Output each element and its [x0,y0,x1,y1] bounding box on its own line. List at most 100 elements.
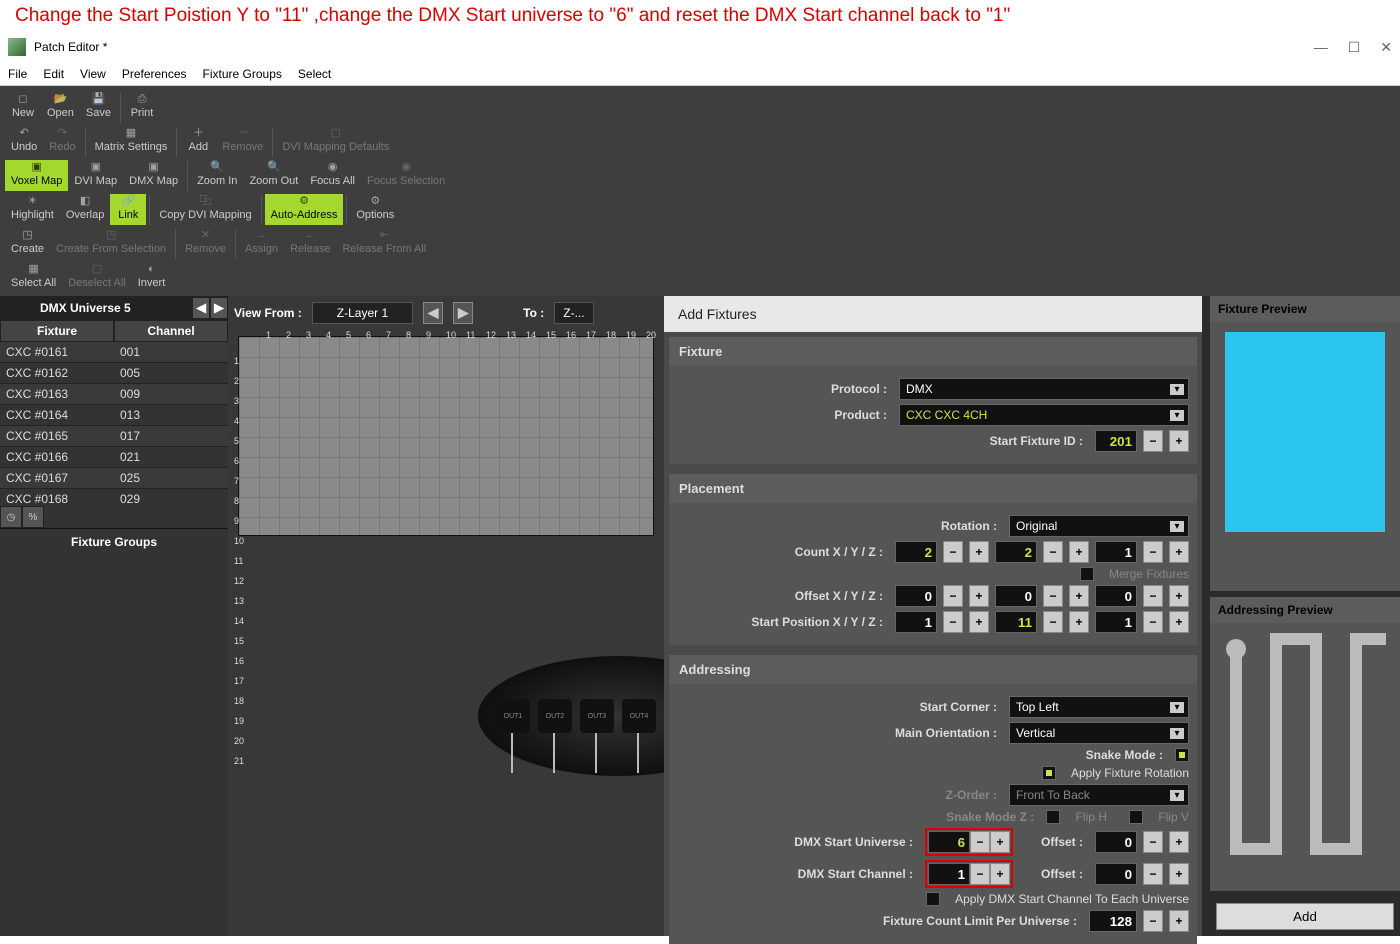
layer-prev[interactable]: ◀ [423,302,443,324]
menu-file[interactable]: File [8,67,27,81]
zoom-out-button[interactable]: 🔍Zoom Out [243,160,304,191]
create-from-selection-button[interactable]: ◳Create From Selection [50,228,172,259]
count-y-input[interactable] [995,541,1037,563]
start-fixture-id-input[interactable] [1095,430,1137,452]
fg-btn-2[interactable]: % [22,506,44,528]
release-button[interactable]: ←Release [284,228,336,259]
fixture-section-title: Fixture [669,337,1197,366]
menu-fixture-groups[interactable]: Fixture Groups [203,67,282,81]
table-row[interactable]: CXC #0168029 [0,489,228,506]
universe-prev-button[interactable]: ◀ [192,297,210,319]
rotation-select[interactable]: Original [1009,515,1189,537]
release-all-button[interactable]: ⇤Release From All [336,228,432,259]
snake-mode-check[interactable] [1175,748,1189,762]
menu-edit[interactable]: Edit [43,67,64,81]
fixture-groups-title: Fixture Groups [0,528,228,555]
dvi-defaults-button[interactable]: ▢DVI Mapping Defaults [276,126,395,157]
focus-all-button[interactable]: ◉Focus All [304,160,361,191]
count-z-input[interactable] [1095,541,1137,563]
flip-v-check[interactable] [1129,810,1143,824]
create-button[interactable]: ◳Create [5,228,50,259]
table-row[interactable]: CXC #0163009 [0,384,228,405]
zoom-in-button[interactable]: 🔍Zoom In [191,160,243,191]
add-fixtures-panel: Add Fixtures Fixture Protocol :DMX Produ… [664,296,1202,936]
z-layer-to-select[interactable]: Z-... [554,302,593,324]
save-button[interactable]: 💾Save [80,92,117,123]
focus-selection-button[interactable]: ◉Focus Selection [361,160,451,191]
apply-rotation-check[interactable] [1042,766,1056,780]
z-order-select[interactable]: Front To Back [1009,784,1189,806]
undo-button[interactable]: ↶Undo [5,126,43,157]
invert-button[interactable]: ◐Invert [132,262,172,293]
start-pos-y-input[interactable] [995,611,1037,633]
left-panel: DMX Universe 5 ◀▶ Fixture Channel CXC #0… [0,296,228,936]
menu-preferences[interactable]: Preferences [122,67,187,81]
offset-y-input[interactable] [995,585,1037,607]
highlight-button[interactable]: ☀Highlight [5,194,60,225]
close-button[interactable]: ✕ [1380,39,1392,56]
universe-label: DMX Universe 5 [40,301,131,315]
menu-select[interactable]: Select [298,67,331,81]
dmx-map-button[interactable]: ▣DMX Map [123,160,184,191]
layer-next[interactable]: ▶ [453,302,473,324]
table-row[interactable]: CXC #0161001 [0,342,228,363]
z-layer-select[interactable]: Z-Layer 1 [312,302,413,324]
voxel-grid[interactable] [238,336,654,536]
table-row[interactable]: CXC #0166021 [0,447,228,468]
deselect-all-button[interactable]: ▢Deselect All [62,262,131,293]
start-corner-select[interactable]: Top Left [1009,696,1189,718]
sfid-dec[interactable]: − [1143,430,1163,452]
copy-dvi-button[interactable]: ⿻Copy DVI Mapping [153,194,257,225]
flip-h-check[interactable] [1046,810,1060,824]
fg-btn-1[interactable]: ◷ [0,506,22,528]
maximize-button[interactable]: ☐ [1348,39,1361,56]
addressing-preview-title: Addressing Preview [1210,597,1400,623]
assign-button[interactable]: →Assign [239,228,284,259]
merge-fixtures-check[interactable] [1080,567,1094,581]
redo-button[interactable]: ↷Redo [43,126,81,157]
apply-each-universe-check[interactable] [926,892,940,906]
dsc-offset-input[interactable] [1095,863,1137,885]
col-fixture: Fixture [0,320,114,342]
auto-address-button[interactable]: ⚙Auto-Address [265,194,344,225]
add-fixtures-title: Add Fixtures [664,296,1202,332]
matrix-settings-button[interactable]: ▦Matrix Settings [89,126,174,157]
overlap-button[interactable]: ◧Overlap [60,194,111,225]
select-all-button[interactable]: ▦Select All [5,262,62,293]
dmx-start-channel-input[interactable] [928,863,970,885]
limit-input[interactable] [1089,910,1137,932]
title-bar: Patch Editor * — ☐ ✕ [0,32,1400,62]
link-button[interactable]: 🔗Link [110,194,146,225]
menu-view[interactable]: View [80,67,106,81]
fg-remove-button[interactable]: ✕Remove [179,228,232,259]
add-button[interactable]: ＋Add [180,126,216,157]
offset-x-input[interactable] [895,585,937,607]
dvi-map-button[interactable]: ▣DVI Map [68,160,123,191]
count-x-input[interactable] [895,541,937,563]
instruction-text: Change the Start Poistion Y to "11" ,cha… [0,0,1400,32]
start-pos-x-input[interactable] [895,611,937,633]
main-orientation-select[interactable]: Vertical [1009,722,1189,744]
sfid-inc[interactable]: + [1169,430,1189,452]
print-button[interactable]: ⎙Print [124,92,160,123]
product-select[interactable]: CXC CXC 4CH [899,404,1189,426]
start-pos-z-input[interactable] [1095,611,1137,633]
open-button[interactable]: 📂Open [41,92,80,123]
add-final-button[interactable]: Add [1216,903,1394,930]
window-title: Patch Editor * [34,40,107,54]
offset-z-input[interactable] [1095,585,1137,607]
table-row[interactable]: CXC #0167025 [0,468,228,489]
addressing-preview [1216,629,1394,869]
new-button[interactable]: ◻New [5,92,41,123]
table-row[interactable]: CXC #0162005 [0,363,228,384]
dsu-offset-input[interactable] [1095,831,1137,853]
dmx-start-universe-input[interactable] [928,831,970,853]
options-button[interactable]: ⚙Options [350,194,400,225]
table-row[interactable]: CXC #0164013 [0,405,228,426]
table-row[interactable]: CXC #0165017 [0,426,228,447]
voxel-map-button[interactable]: ▣Voxel Map [5,160,68,191]
protocol-select[interactable]: DMX [899,378,1189,400]
universe-next-button[interactable]: ▶ [210,297,228,319]
remove-button[interactable]: －Remove [216,126,269,157]
minimize-button[interactable]: — [1314,39,1328,56]
